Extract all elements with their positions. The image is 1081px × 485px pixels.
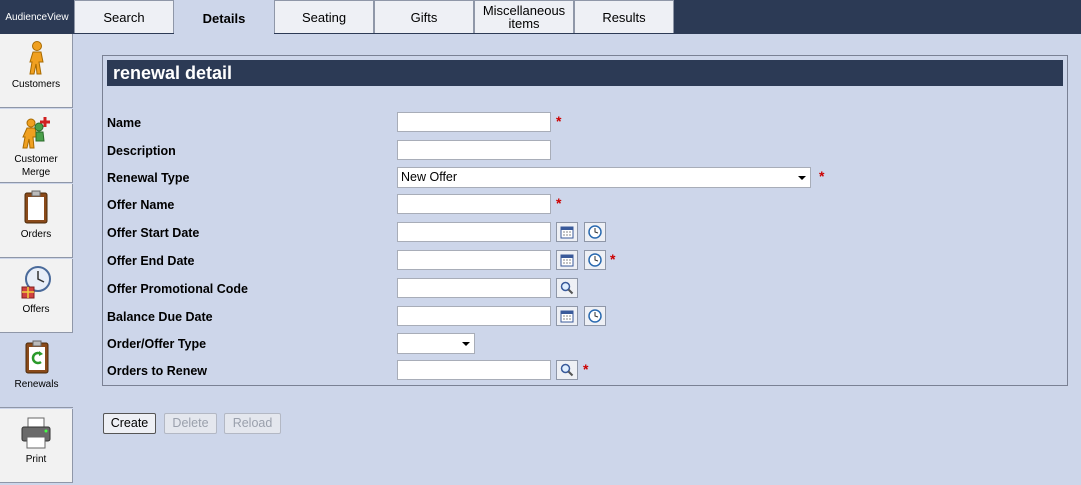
- tab-miscellaneous-items[interactable]: Miscellaneous items: [474, 0, 574, 33]
- description-label: Description: [107, 144, 176, 158]
- required-marker: *: [556, 113, 562, 129]
- name-field[interactable]: [397, 112, 551, 132]
- offer-name-label: Offer Name: [107, 198, 175, 212]
- renewal-clipboard-icon: [25, 340, 48, 374]
- orders-to-renew-label: Orders to Renew: [107, 364, 208, 378]
- search-icon[interactable]: [556, 278, 578, 298]
- order-offer-type-select[interactable]: [397, 333, 475, 354]
- sidebar-item-label: Orders: [20, 229, 52, 240]
- panel-title: renewal detail: [107, 60, 1063, 86]
- sidebar-item-label: Renewals: [14, 379, 59, 390]
- delete-button[interactable]: Delete: [164, 413, 217, 434]
- sidebar-item-customer-merge[interactable]: Customer Merge: [0, 109, 73, 183]
- sidebar-item-label: Print: [25, 454, 47, 465]
- tab-gifts[interactable]: Gifts: [374, 0, 474, 33]
- name-label: Name: [107, 116, 142, 130]
- calendar-icon[interactable]: [556, 250, 578, 270]
- chevron-down-icon: [462, 342, 470, 346]
- renewal-type-value: New Offer: [401, 170, 458, 184]
- sidebar-item-label: Customer Merge: [14, 154, 58, 178]
- offer-end-date-label: Offer End Date: [107, 254, 195, 268]
- required-marker: *: [583, 361, 589, 377]
- sidebar-item-label: Customers: [11, 79, 61, 90]
- offer-name-field[interactable]: [397, 194, 551, 214]
- calendar-icon[interactable]: [556, 306, 578, 326]
- required-marker: *: [610, 251, 616, 267]
- person-walking-icon: [29, 41, 44, 75]
- renewal-detail-panel: renewal detail Name * Description Renewa…: [102, 55, 1068, 386]
- create-button[interactable]: Create: [103, 413, 156, 434]
- balance-due-date-field[interactable]: [397, 306, 551, 326]
- sidebar-item-label: Offers: [22, 304, 50, 315]
- orders-to-renew-field[interactable]: [397, 360, 551, 380]
- reload-button[interactable]: Reload: [224, 413, 281, 434]
- clipboard-icon: [24, 190, 48, 224]
- offer-start-date-label: Offer Start Date: [107, 226, 200, 240]
- tab-search[interactable]: Search: [74, 0, 174, 33]
- customer-merge-icon: [22, 117, 50, 149]
- clock-icon[interactable]: [584, 222, 606, 242]
- renewal-type-label: Renewal Type: [107, 171, 190, 185]
- sidebar-item-print[interactable]: Print: [0, 409, 73, 483]
- calendar-icon[interactable]: [556, 222, 578, 242]
- app-brand: AudienceView: [5, 11, 69, 23]
- printer-icon: [21, 417, 51, 449]
- order-offer-type-label: Order/Offer Type: [107, 337, 207, 351]
- sidebar-item-customers[interactable]: Customers: [0, 34, 73, 108]
- renewal-type-select[interactable]: New Offer: [397, 167, 811, 188]
- sidebar-item-orders[interactable]: Orders: [0, 184, 73, 258]
- clock-icon[interactable]: [584, 306, 606, 326]
- sidebar-item-offers[interactable]: Offers: [0, 259, 73, 333]
- offer-promotional-code-field[interactable]: [397, 278, 551, 298]
- offer-start-date-field[interactable]: [397, 222, 551, 242]
- chevron-down-icon: [798, 176, 806, 180]
- required-marker: *: [819, 168, 825, 184]
- clock-gift-icon: [21, 266, 51, 299]
- tab-seating[interactable]: Seating: [274, 0, 374, 33]
- sidebar: Customers Customer Merge Orders Offers R…: [0, 34, 74, 485]
- tab-details[interactable]: Details: [174, 0, 274, 35]
- description-field[interactable]: [397, 140, 551, 160]
- offer-promotional-code-label: Offer Promotional Code: [107, 282, 248, 296]
- sidebar-item-renewals[interactable]: Renewals: [0, 334, 73, 408]
- clock-icon[interactable]: [584, 250, 606, 270]
- offer-end-date-field[interactable]: [397, 250, 551, 270]
- required-marker: *: [556, 195, 562, 211]
- search-icon[interactable]: [556, 360, 578, 380]
- top-bar: AudienceView Search Details Seating Gift…: [0, 0, 1081, 35]
- balance-due-date-label: Balance Due Date: [107, 310, 213, 324]
- tab-results[interactable]: Results: [574, 0, 674, 33]
